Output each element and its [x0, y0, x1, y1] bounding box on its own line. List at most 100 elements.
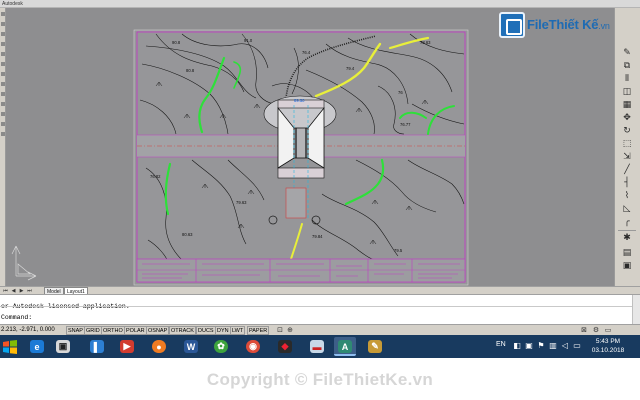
- osnap-toggle[interactable]: OSNAP: [146, 326, 170, 335]
- grid-toggle[interactable]: GRID: [84, 326, 102, 335]
- network-icon[interactable]: ▥: [548, 341, 558, 351]
- ucs-icon: [11, 245, 37, 281]
- elevation-label: 89.50: [294, 98, 305, 103]
- command-input[interactable]: [32, 311, 622, 318]
- annotation-scale-icon[interactable]: ⊕: [286, 326, 294, 334]
- status-bar: 2.213, -2.971, 0.000 SNAP GRID ORTHO POL…: [0, 324, 640, 335]
- tool-icon[interactable]: [1, 92, 5, 96]
- elevation-label: 79.5: [394, 248, 403, 253]
- tray-app-icon[interactable]: ◧: [512, 341, 522, 351]
- clock[interactable]: 5:43 PM 03.10.2018: [586, 337, 630, 355]
- taskbar-firefox-icon[interactable]: ●: [148, 337, 170, 356]
- tool-icon[interactable]: [1, 12, 5, 16]
- viewport-icon[interactable]: ⊡: [276, 326, 284, 334]
- command-prompt: Command:: [1, 314, 33, 321]
- tray-antivirus-icon[interactable]: ▣: [524, 341, 534, 351]
- polar-toggle[interactable]: POLAR: [124, 326, 147, 335]
- cad-drawing: 90.8 91.0 80.8 78.63 76.4 89.50 76 79.4 …: [11, 29, 469, 286]
- tool-icon[interactable]: [1, 132, 5, 136]
- offset-icon[interactable]: ◫: [619, 87, 635, 98]
- command-window: or Autodesk licensed application. Comman…: [0, 294, 640, 325]
- properties-icon[interactable]: ▣: [619, 261, 635, 272]
- lock-icon[interactable]: ⊠: [580, 326, 588, 334]
- elevation-label: 76.82: [150, 174, 161, 179]
- notifications-icon[interactable]: ▭: [572, 341, 582, 351]
- workspace-icon[interactable]: ⚙: [592, 326, 600, 334]
- tool-icon[interactable]: [1, 112, 5, 116]
- watermark-footer: Copyright © FileThietKe.vn: [0, 358, 640, 400]
- taskbar-explorer-icon[interactable]: ▣: [52, 337, 74, 356]
- taskbar-autocad-icon[interactable]: A: [334, 337, 356, 356]
- scale-icon[interactable]: ⬚: [619, 139, 635, 150]
- windows-taskbar: e ▣ ▌ ▶ ● W ✿ ◉ ◆ ▬ A ✎ EN ◧ ▣ ⚑ ▥ ◁ ▭ 5…: [0, 335, 640, 358]
- windows-start-icon[interactable]: [2, 339, 18, 355]
- taskbar-paint-icon[interactable]: ✎: [364, 337, 386, 356]
- toolbar-separator: [618, 230, 636, 231]
- clean-screen-icon[interactable]: ▭: [604, 326, 612, 334]
- coordinate-readout: 2.213, -2.971, 0.000: [1, 327, 55, 333]
- ortho-toggle[interactable]: ORTHO: [101, 326, 125, 335]
- array-icon[interactable]: ▦: [619, 100, 635, 111]
- chamfer-icon[interactable]: ◺: [619, 204, 635, 215]
- elevation-label: 78.63: [420, 40, 431, 45]
- elevation-label: 76: [398, 90, 403, 95]
- snap-toggle[interactable]: SNAP: [66, 326, 85, 335]
- tool-icon[interactable]: [1, 62, 5, 66]
- autocad-window: Autodesk 90.8 91.0 80.8 78.63 76.4 89.50…: [0, 0, 640, 400]
- paper-toggle[interactable]: PAPER: [247, 326, 270, 335]
- clock-date: 03.10.2018: [591, 347, 625, 354]
- volume-icon[interactable]: ◁: [560, 341, 570, 351]
- elevation-label: 76.4: [302, 50, 311, 55]
- taskbar-chrome-icon[interactable]: ◉: [242, 337, 264, 356]
- title-block: [136, 258, 466, 283]
- elevation-label: 79.63: [236, 200, 247, 205]
- stretch-icon[interactable]: ⇲: [619, 152, 635, 163]
- command-scrollbar[interactable]: [632, 295, 640, 325]
- move-icon[interactable]: ✥: [619, 113, 635, 124]
- command-separator: [0, 306, 632, 307]
- lwt-toggle[interactable]: LWT: [230, 326, 246, 335]
- elevation-label: 76.77: [400, 122, 411, 127]
- modify-toolbar: ✎ ⧉ ⫴ ◫ ▦ ✥ ↻ ⬚ ⇲ ╱ ┤ ⌇ ◺ ╭ ✱ ▤ ▣: [614, 8, 640, 286]
- taskbar-ie-icon[interactable]: e: [26, 337, 48, 356]
- elevation-label: 79.4: [346, 66, 355, 71]
- break-icon[interactable]: ⌇: [619, 191, 635, 202]
- tool-icon[interactable]: [1, 32, 5, 36]
- tool-icon[interactable]: [1, 102, 5, 106]
- tool-icon[interactable]: [1, 52, 5, 56]
- tool-icon[interactable]: [1, 82, 5, 86]
- otrack-toggle[interactable]: OTRACK: [169, 326, 196, 335]
- logo-text: FileThiết Kế.vn: [527, 17, 610, 32]
- tool-icon[interactable]: [1, 122, 5, 126]
- taskbar-app-flag-icon[interactable]: ▬: [306, 337, 328, 356]
- extend-icon[interactable]: ┤: [619, 178, 635, 189]
- erase-icon[interactable]: ✎: [619, 48, 635, 59]
- dyn-toggle[interactable]: DYN: [215, 326, 231, 335]
- layer-icon[interactable]: ▤: [619, 248, 635, 259]
- taskbar-media-icon[interactable]: ▶: [116, 337, 138, 356]
- tool-icon[interactable]: [1, 72, 5, 76]
- trim-icon[interactable]: ╱: [619, 165, 635, 176]
- elevation-label: 79.84: [312, 234, 323, 239]
- elevation-label: 91.0: [244, 38, 253, 43]
- layout-tab-bar: ⏮ ◀ ▶ ⏭ Model Layout1: [0, 286, 640, 295]
- rotate-icon[interactable]: ↻: [619, 126, 635, 137]
- copyright-text: Copyright © FileThietKe.vn: [206, 370, 434, 389]
- language-indicator[interactable]: EN: [496, 341, 506, 348]
- tool-icon[interactable]: [1, 22, 5, 26]
- fillet-icon[interactable]: ╭: [619, 217, 635, 228]
- mirror-icon[interactable]: ⫴: [619, 74, 635, 85]
- top-left-label: Autodesk: [2, 1, 23, 7]
- drawing-canvas[interactable]: 90.8 91.0 80.8 78.63 76.4 89.50 76 79.4 …: [6, 8, 614, 286]
- tray-flag-icon[interactable]: ⚑: [536, 341, 546, 351]
- taskbar-app-red-icon[interactable]: ◆: [274, 337, 296, 356]
- taskbar-word-icon[interactable]: W: [180, 337, 202, 356]
- tool-icon[interactable]: [1, 42, 5, 46]
- ducs-toggle[interactable]: DUCS: [196, 326, 216, 335]
- explode-icon[interactable]: ✱: [619, 233, 635, 244]
- copy-icon[interactable]: ⧉: [619, 61, 635, 72]
- taskbar-files-icon[interactable]: ▌: [86, 337, 108, 356]
- elevation-label: 80.63: [182, 232, 193, 237]
- taskbar-wings-icon[interactable]: ✿: [210, 337, 232, 356]
- elevation-label: 90.8: [172, 40, 181, 45]
